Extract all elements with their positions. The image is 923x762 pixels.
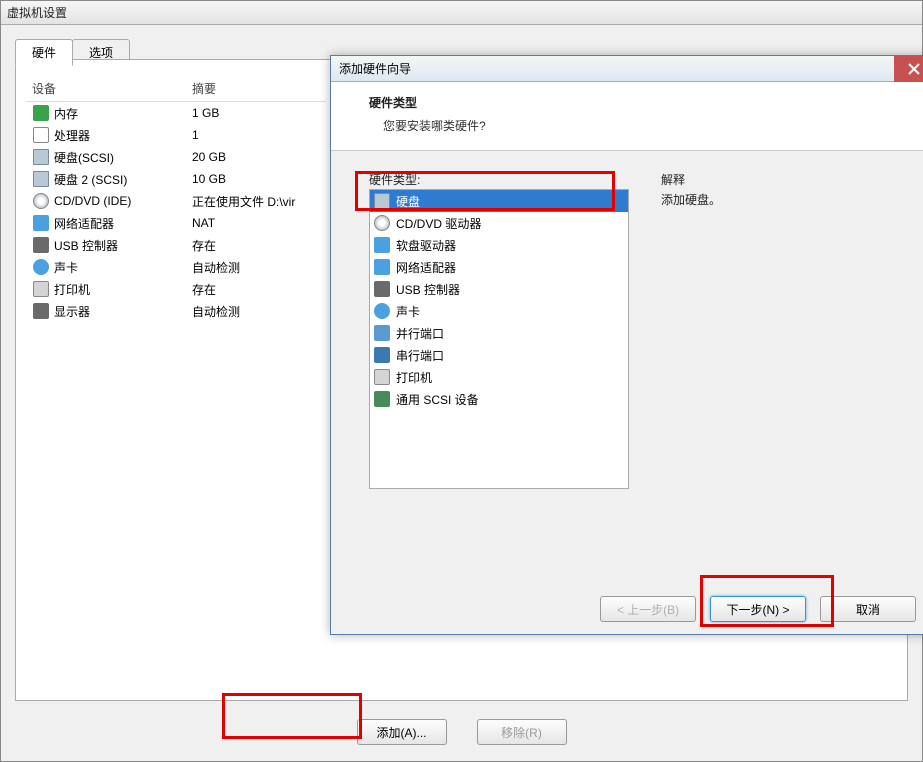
- close-icon[interactable]: [894, 56, 923, 82]
- hw-item-label: 软盘驱动器: [396, 237, 456, 254]
- hw-item-label: 网络适配器: [396, 259, 456, 276]
- wizard-header-title: 硬件类型: [369, 94, 912, 111]
- wizard-title-bar: 添加硬件向导: [331, 56, 923, 82]
- device-row[interactable]: 硬盘(SCSI) 20 GB: [26, 146, 326, 168]
- device-name: 处理器: [54, 127, 90, 144]
- device-summary: 10 GB: [186, 172, 326, 186]
- ser-icon: [374, 347, 390, 363]
- explain-label: 解释: [661, 171, 685, 188]
- par-icon: [374, 325, 390, 341]
- wizard-footer: < 上一步(B) 下一步(N) > 取消: [331, 596, 923, 622]
- wizard-body: 硬件类型: 硬盘 CD/DVD 驱动器软盘驱动器网络适配器 USB 控制器声卡并行端…: [331, 151, 923, 551]
- device-name: 内存: [54, 105, 78, 122]
- hw-item[interactable]: 硬盘: [370, 190, 628, 212]
- add-button[interactable]: 添加(A)...: [357, 719, 447, 745]
- device-row[interactable]: 硬盘 2 (SCSI) 10 GB: [26, 168, 326, 190]
- device-row[interactable]: 声卡 自动检测: [26, 256, 326, 278]
- hw-item[interactable]: 软盘驱动器: [370, 234, 628, 256]
- scsi-icon: [374, 391, 390, 407]
- net-icon: [32, 214, 50, 232]
- sound-icon: [374, 303, 390, 319]
- hdd-icon: [374, 193, 390, 209]
- usb-icon: [32, 236, 50, 254]
- sound-icon: [32, 258, 50, 276]
- cancel-button[interactable]: 取消: [820, 596, 916, 622]
- device-row[interactable]: USB 控制器 存在: [26, 234, 326, 256]
- hw-item-label: 并行端口: [396, 325, 444, 342]
- device-summary: 存在: [186, 237, 326, 254]
- printer-icon: [374, 369, 390, 385]
- fdd-icon: [374, 237, 390, 253]
- hw-item[interactable]: 串行端口: [370, 344, 628, 366]
- device-row[interactable]: CD/DVD (IDE) 正在使用文件 D:\vir: [26, 190, 326, 212]
- hw-item-label: USB 控制器: [396, 281, 460, 298]
- device-summary: 20 GB: [186, 150, 326, 164]
- hw-types-label: 硬件类型:: [369, 171, 420, 188]
- next-button[interactable]: 下一步(N) >: [710, 596, 806, 622]
- wizard-header: 硬件类型 您要安装哪类硬件?: [331, 82, 923, 151]
- back-button[interactable]: < 上一步(B): [600, 596, 696, 622]
- net-icon: [374, 259, 390, 275]
- hw-item[interactable]: CD/DVD 驱动器: [370, 212, 628, 234]
- device-summary: NAT: [186, 216, 326, 230]
- device-summary: 1 GB: [186, 106, 326, 120]
- device-row[interactable]: 打印机 存在: [26, 278, 326, 300]
- explain-body: 添加硬盘。: [661, 191, 721, 208]
- device-summary: 自动检测: [186, 303, 326, 320]
- hw-item-label: 通用 SCSI 设备: [396, 391, 479, 408]
- hw-item-label: 串行端口: [396, 347, 444, 364]
- device-list-header: 设备 摘要: [26, 76, 326, 102]
- device-summary: 自动检测: [186, 259, 326, 276]
- add-hardware-wizard: 添加硬件向导 硬件类型 您要安装哪类硬件? 硬件类型: 硬盘 CD/DVD 驱动器…: [330, 55, 923, 635]
- remove-button[interactable]: 移除(R): [477, 719, 567, 745]
- col-device: 设备: [26, 76, 186, 101]
- memory-icon: [32, 104, 50, 122]
- hw-item[interactable]: USB 控制器: [370, 278, 628, 300]
- hw-item-label: 硬盘: [396, 193, 420, 210]
- hw-item[interactable]: 网络适配器: [370, 256, 628, 278]
- device-summary: 1: [186, 128, 326, 142]
- device-name: 硬盘 2 (SCSI): [54, 171, 127, 188]
- device-row[interactable]: 网络适配器 NAT: [26, 212, 326, 234]
- hw-item[interactable]: 并行端口: [370, 322, 628, 344]
- cd-icon: [32, 192, 50, 210]
- device-summary: 存在: [186, 281, 326, 298]
- hw-item[interactable]: 打印机: [370, 366, 628, 388]
- device-name: 显示器: [54, 303, 90, 320]
- device-row[interactable]: 处理器 1: [26, 124, 326, 146]
- device-name: 打印机: [54, 281, 90, 298]
- device-list: 设备 摘要 内存 1 GB 处理器 1 硬盘(SCSI) 20 GB 硬盘 2 (SCSI)…: [26, 76, 326, 322]
- settings-title: 虚拟机设置: [1, 1, 922, 25]
- hdd-icon: [32, 170, 50, 188]
- device-row[interactable]: 显示器 自动检测: [26, 300, 326, 322]
- hw-item[interactable]: 声卡: [370, 300, 628, 322]
- device-name: 声卡: [54, 259, 78, 276]
- device-summary: 正在使用文件 D:\vir: [186, 193, 326, 210]
- hw-item-label: CD/DVD 驱动器: [396, 215, 481, 232]
- device-name: USB 控制器: [54, 237, 118, 254]
- printer-icon: [32, 280, 50, 298]
- display-icon: [32, 302, 50, 320]
- usb-icon: [374, 281, 390, 297]
- wizard-header-subtitle: 您要安装哪类硬件?: [369, 117, 912, 134]
- device-name: CD/DVD (IDE): [54, 194, 131, 208]
- device-name: 硬盘(SCSI): [54, 149, 114, 166]
- hw-item[interactable]: 通用 SCSI 设备: [370, 388, 628, 410]
- device-name: 网络适配器: [54, 215, 114, 232]
- hw-types-list[interactable]: 硬盘 CD/DVD 驱动器软盘驱动器网络适配器 USB 控制器声卡并行端口串行端口打…: [369, 189, 629, 489]
- device-row[interactable]: 内存 1 GB: [26, 102, 326, 124]
- wizard-title: 添加硬件向导: [339, 62, 411, 76]
- cpu-icon: [32, 126, 50, 144]
- cd-icon: [374, 215, 390, 231]
- tab-hardware[interactable]: 硬件: [15, 39, 73, 66]
- col-summary: 摘要: [186, 76, 326, 101]
- hw-item-label: 打印机: [396, 369, 432, 386]
- bottom-buttons: 添加(A)... 移除(R): [1, 719, 922, 745]
- hw-item-label: 声卡: [396, 303, 420, 320]
- hdd-icon: [32, 148, 50, 166]
